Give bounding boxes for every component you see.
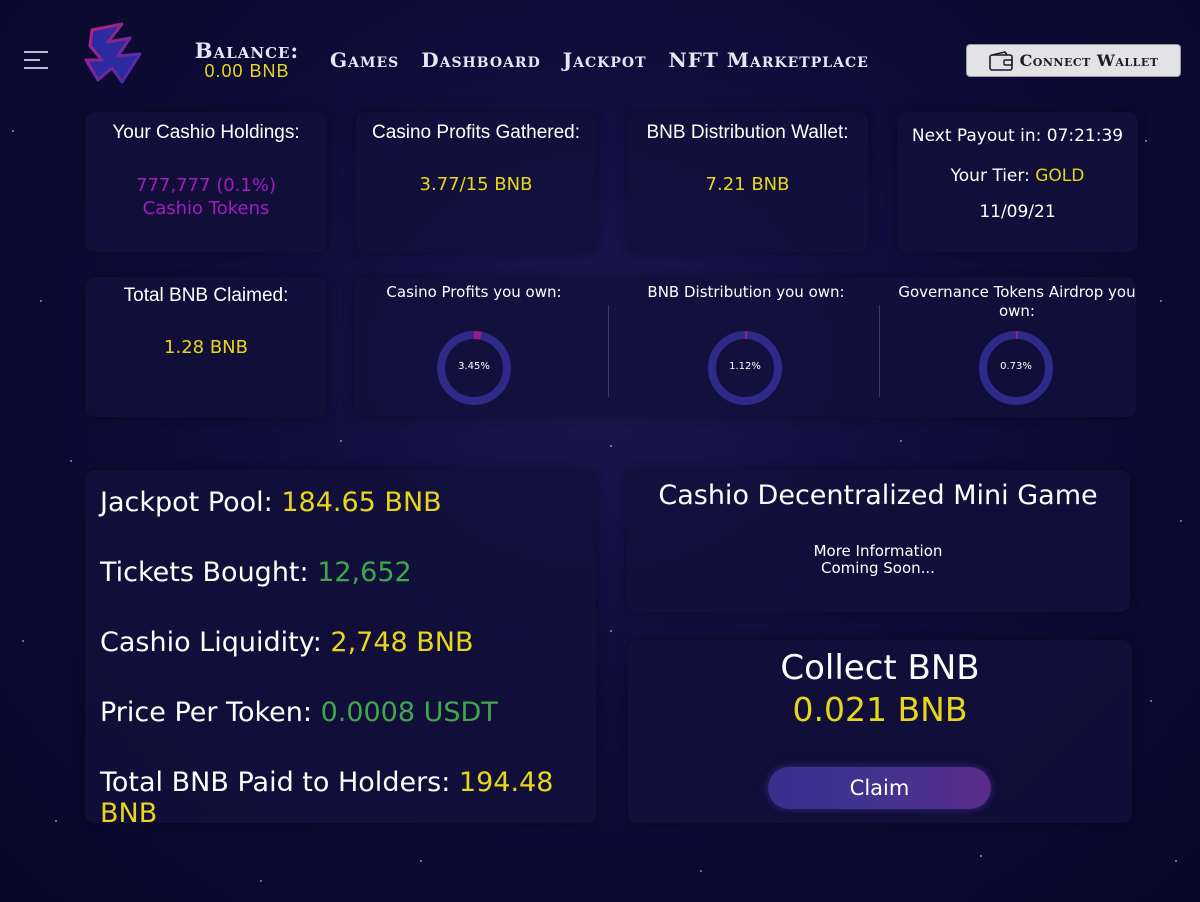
main-nav: Games Dashboard Jackpot NFT Marketplace bbox=[330, 48, 869, 72]
holdings-title: Your Cashio Holdings: bbox=[112, 122, 300, 143]
ownership-card: Casino Profits you own: 3.45% BNB Distri… bbox=[354, 277, 1136, 417]
governance-pct: 0.73% bbox=[1000, 361, 1032, 372]
mini-game-card: Cashio Decentralized Mini Game More Info… bbox=[626, 470, 1130, 612]
distribution-pct: 1.12% bbox=[729, 361, 761, 372]
distribution-wallet-value: 7.21 BNB bbox=[705, 174, 790, 195]
connect-wallet-label: Connect Wallet bbox=[1019, 51, 1159, 70]
price-per-token: Price Per Token: 0.0008 USDT bbox=[100, 697, 498, 728]
total-claimed-card: Total BNB Claimed: 1.28 BNB bbox=[85, 277, 327, 417]
nav-jackpot[interactable]: Jackpot bbox=[563, 48, 647, 72]
payout-card: Next Payout in: 07:21:39 Your Tier: GOLD… bbox=[897, 112, 1138, 252]
casino-profits-pct: 3.45% bbox=[458, 361, 490, 372]
next-payout: Next Payout in: 07:21:39 bbox=[897, 126, 1138, 146]
ownership-distribution-title: BNB Distribution you own: bbox=[647, 283, 845, 301]
nav-nft-marketplace[interactable]: NFT Marketplace bbox=[669, 48, 869, 72]
next-payout-label: Next Payout in: bbox=[911, 126, 1047, 146]
payout-date: 11/09/21 bbox=[979, 202, 1056, 222]
cashio-liquidity: Cashio Liquidity: 2,748 BNB bbox=[100, 627, 474, 658]
nav-dashboard[interactable]: Dashboard bbox=[421, 48, 540, 72]
holdings-amount: 777,777 (0.1%) bbox=[136, 175, 276, 196]
price-per-token-label: Price Per Token: bbox=[100, 697, 321, 728]
balance-display: Balance: 0.00 BNB bbox=[185, 38, 309, 82]
mini-game-title: Cashio Decentralized Mini Game bbox=[658, 480, 1098, 511]
jackpot-pool-value: 184.65 BNB bbox=[281, 487, 442, 518]
jackpot-pool-label: Jackpot Pool: bbox=[100, 487, 282, 518]
distribution-wallet-card: BNB Distribution Wallet: 7.21 BNB bbox=[627, 112, 868, 252]
tickets-bought: Tickets Bought: 12,652 bbox=[100, 557, 412, 588]
divider bbox=[879, 305, 880, 397]
total-claimed-title: Total BNB Claimed: bbox=[123, 285, 289, 306]
ownership-casino: Casino Profits you own: bbox=[344, 283, 604, 302]
holdings-unit: Cashio Tokens bbox=[142, 198, 270, 219]
connect-wallet-button[interactable]: Connect Wallet bbox=[966, 44, 1181, 77]
tickets-bought-value: 12,652 bbox=[317, 557, 412, 588]
ownership-casino-title: Casino Profits you own: bbox=[386, 283, 562, 301]
tier: Your Tier: GOLD bbox=[897, 166, 1138, 186]
casino-profits-title: Casino Profits Gathered: bbox=[371, 122, 581, 143]
balance-label: Balance: bbox=[194, 38, 300, 63]
total-paid-holders: Total BNB Paid to Holders: 194.48 BNB bbox=[100, 767, 596, 829]
ownership-distribution: BNB Distribution you own: bbox=[616, 283, 876, 302]
tickets-bought-label: Tickets Bought: bbox=[100, 557, 318, 588]
holdings-card: Your Cashio Holdings: 777,777 (0.1%) Cas… bbox=[85, 112, 327, 252]
next-payout-value: 07:21:39 bbox=[1046, 126, 1124, 146]
divider bbox=[608, 305, 609, 397]
collect-bnb-title: Collect BNB bbox=[780, 648, 980, 688]
ownership-governance-title: Governance Tokens Airdrop you own: bbox=[898, 283, 1136, 320]
collect-bnb-card: Collect BNB 0.021 BNB Claim bbox=[628, 640, 1132, 823]
claim-button[interactable]: Claim bbox=[768, 767, 991, 809]
cashio-liquidity-label: Cashio Liquidity: bbox=[100, 627, 331, 658]
total-claimed-value: 1.28 BNB bbox=[164, 337, 248, 358]
stats-card: Jackpot Pool: 184.65 BNB Tickets Bought:… bbox=[85, 470, 596, 829]
tier-value: GOLD bbox=[1035, 166, 1085, 186]
ownership-governance: Governance Tokens Airdrop you own: bbox=[887, 283, 1147, 321]
tier-label: Your Tier: bbox=[950, 166, 1036, 186]
top-header: Balance: 0.00 BNB Games Dashboard Jackpo… bbox=[0, 0, 1200, 110]
balance-value: 0.00 BNB bbox=[204, 61, 290, 81]
total-paid-holders-label: Total BNB Paid to Holders: bbox=[100, 767, 459, 798]
jackpot-pool: Jackpot Pool: 184.65 BNB bbox=[100, 487, 442, 518]
mini-game-info-line2: Coming Soon... bbox=[821, 559, 935, 577]
wallet-icon bbox=[988, 50, 1013, 71]
hamburger-menu-icon[interactable] bbox=[24, 51, 48, 71]
mini-game-info-line1: More Information bbox=[813, 542, 943, 560]
casino-profits-card: Casino Profits Gathered: 3.77/15 BNB bbox=[356, 112, 596, 252]
distribution-wallet-title: BNB Distribution Wallet: bbox=[646, 122, 849, 143]
cashio-liquidity-value: 2,748 BNB bbox=[330, 627, 474, 658]
price-per-token-value: 0.0008 USDT bbox=[320, 697, 498, 728]
nav-games[interactable]: Games bbox=[330, 48, 399, 72]
casino-profits-value: 3.77/15 BNB bbox=[419, 174, 533, 195]
collect-bnb-amount: 0.021 BNB bbox=[792, 690, 968, 729]
cashio-logo-icon[interactable] bbox=[78, 20, 154, 88]
